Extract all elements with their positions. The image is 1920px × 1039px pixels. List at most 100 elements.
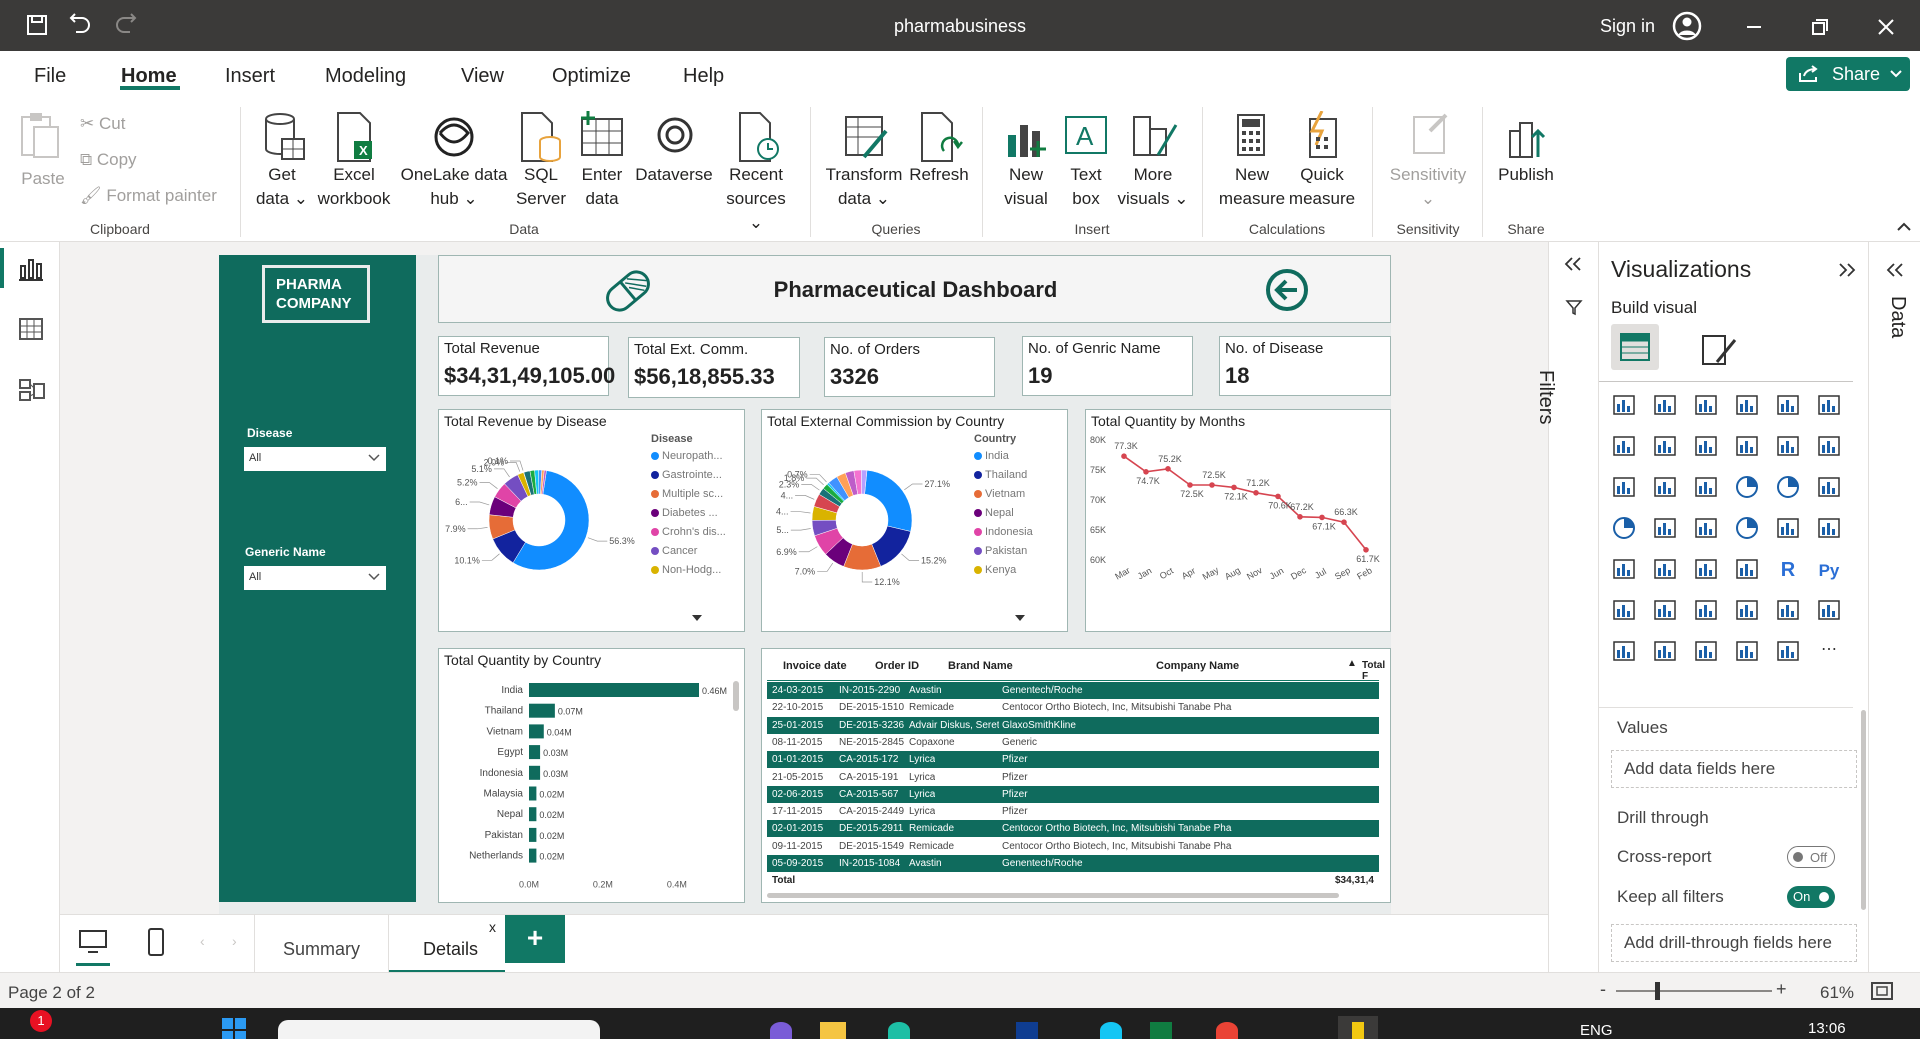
keep-all-filters-toggle[interactable]: On — [1787, 886, 1835, 908]
table-row[interactable]: 17-11-2015 CA-2015-2449 Lyrica Pfizer — [767, 803, 1379, 821]
legend-item[interactable]: Kenya — [974, 564, 1016, 576]
scatter-chart-icon[interactable] — [1693, 474, 1719, 500]
language-indicator[interactable]: ENG — [1580, 1022, 1613, 1039]
legend-item[interactable]: Crohn's dis... — [651, 526, 726, 538]
menu-view[interactable]: View — [461, 65, 504, 88]
format-visual-icon[interactable] — [1699, 332, 1739, 368]
menu-home[interactable]: Home — [121, 65, 177, 88]
menu-file[interactable]: File — [34, 65, 66, 88]
commission-by-country-chart[interactable]: Total External Commission by Country 27.… — [761, 409, 1068, 632]
new-visual-button[interactable]: New visual — [996, 111, 1056, 211]
enter-data-button[interactable]: Enter data — [572, 111, 632, 211]
legend-scroll-down-icon[interactable] — [1015, 615, 1025, 621]
publish-button[interactable]: Publish — [1490, 111, 1562, 187]
add-page-button[interactable]: + — [505, 915, 565, 963]
orders-table[interactable]: Invoice date Order ID Brand Name Company… — [761, 648, 1391, 903]
disease-slicer-dropdown[interactable]: All — [244, 447, 386, 471]
table-row[interactable]: 25-01-2015 DE-2015-3236 Advair Diskus, Ser… — [767, 716, 1379, 734]
legend-scroll-down-icon[interactable] — [692, 615, 702, 621]
taskbar-app-icon[interactable] — [1016, 1022, 1038, 1039]
metrics-icon[interactable] — [1816, 597, 1842, 623]
card-icon[interactable] — [1775, 515, 1801, 541]
generic-name-slicer-dropdown[interactable]: All — [244, 566, 386, 590]
stacked-column-chart-icon[interactable] — [1652, 392, 1678, 418]
legend-item[interactable]: Gastrointe... — [651, 469, 722, 481]
gauge-icon[interactable] — [1734, 515, 1760, 541]
chrome-icon[interactable] — [1216, 1022, 1238, 1039]
more-options-icon[interactable]: ⋯ — [1816, 638, 1842, 664]
zoom-out-button[interactable]: - — [1600, 979, 1606, 1000]
quantity-by-months-chart[interactable]: Total Quantity by Months 80K 75K 70K 65K 60K… — [1085, 409, 1391, 632]
share-button[interactable]: Share — [1786, 57, 1910, 91]
azure-map-icon[interactable] — [1693, 515, 1719, 541]
onelake-data-hub-button[interactable]: OneLake data hub ⌄ — [396, 111, 512, 211]
menu-insert[interactable]: Insert — [225, 65, 275, 88]
funnel-chart-icon[interactable] — [1652, 474, 1678, 500]
mobile-layout-icon[interactable] — [146, 927, 166, 957]
add-drill-through-fields-well[interactable]: Add drill-through fields here — [1611, 924, 1857, 962]
taskbar-app-icon[interactable] — [1100, 1022, 1122, 1039]
data-label[interactable]: Data — [1809, 296, 1909, 338]
table-row[interactable]: 22-10-2015 DE-2015-1510 Remicade Centocor O… — [767, 699, 1379, 717]
menu-modeling[interactable]: Modeling — [325, 65, 406, 88]
excel-taskbar-icon[interactable] — [1150, 1022, 1172, 1039]
r-visual-icon[interactable]: R — [1775, 556, 1801, 582]
account-icon[interactable] — [1672, 11, 1702, 41]
paginated-report-icon[interactable] — [1775, 597, 1801, 623]
dataverse-button[interactable]: Dataverse — [632, 111, 716, 187]
custom-visual-5-icon[interactable] — [1775, 638, 1801, 664]
close-icon[interactable] — [1876, 17, 1896, 37]
expand-filters-icon[interactable] — [1563, 256, 1583, 272]
table-row[interactable]: 02-06-2015 CA-2015-567 Lyrica Pfizer — [767, 785, 1379, 803]
key-influencers-icon[interactable] — [1611, 597, 1637, 623]
zoom-in-button[interactable]: + — [1776, 979, 1787, 1000]
sql-server-button[interactable]: SQL Server — [514, 111, 568, 211]
table-row[interactable]: 09-11-2015 DE-2015-1549 Remicade Centocor O… — [767, 837, 1379, 855]
taskbar-search-box[interactable] — [278, 1020, 600, 1039]
quick-measure-button[interactable]: Quick measure — [1282, 111, 1362, 211]
pie-chart-icon[interactable] — [1734, 474, 1760, 500]
custom-visual-1-icon[interactable] — [1611, 638, 1637, 664]
legend-item[interactable]: Diabetes ... — [651, 507, 718, 519]
recent-sources-button[interactable]: Recent sources ⌄ — [720, 111, 792, 235]
edge-icon[interactable] — [888, 1022, 910, 1039]
filters-pane-collapsed[interactable]: Filters — [1535, 242, 1598, 972]
legend-item[interactable]: Nepal — [974, 507, 1014, 519]
area-chart-icon[interactable] — [1652, 433, 1678, 459]
decomposition-tree-icon[interactable] — [1652, 597, 1678, 623]
donut-chart-icon[interactable] — [1775, 474, 1801, 500]
line-chart-icon[interactable] — [1611, 433, 1637, 459]
legend-item[interactable]: Pakistan — [974, 545, 1027, 557]
clustered-column-chart-icon[interactable] — [1734, 392, 1760, 418]
slicer-icon[interactable] — [1652, 556, 1678, 582]
map-icon[interactable] — [1611, 515, 1637, 541]
legend-item[interactable]: Multiple sc... — [651, 488, 723, 500]
file-explorer-icon[interactable] — [820, 1022, 846, 1039]
table-row[interactable]: 02-01-2015 DE-2015-2911 Remicade Centocor O… — [767, 820, 1379, 838]
zoom-slider-track[interactable] — [1616, 990, 1772, 992]
table-row[interactable]: 24-03-2015 IN-2015-2290 Avastin Genentech/R… — [767, 682, 1379, 699]
pane-scrollbar[interactable] — [1861, 710, 1866, 910]
python-visual-icon[interactable]: Py — [1816, 556, 1842, 582]
clustered-bar-chart-icon[interactable] — [1693, 392, 1719, 418]
sort-up-icon[interactable]: ▲ — [1347, 658, 1357, 669]
prev-page-icon[interactable]: ‹ — [200, 933, 205, 949]
waterfall-chart-icon[interactable] — [1611, 474, 1637, 500]
power-bi-taskbar-icon[interactable] — [1338, 1016, 1378, 1039]
teams-icon[interactable] — [770, 1022, 792, 1039]
zoom-slider-thumb[interactable] — [1655, 982, 1660, 1000]
column-header-brand-name[interactable]: Brand Name — [948, 660, 1013, 672]
100-stacked-column-chart-icon[interactable] — [1816, 392, 1842, 418]
close-tab-icon[interactable]: x — [489, 919, 496, 935]
custom-visual-2-icon[interactable] — [1652, 638, 1678, 664]
text-box-button[interactable]: A Text box — [1060, 111, 1112, 211]
legend-item[interactable]: Non-Hodg... — [651, 564, 721, 576]
smart-narrative-icon[interactable] — [1734, 597, 1760, 623]
table-row[interactable]: 01-01-2015 CA-2015-172 Lyrica Pfizer — [767, 751, 1379, 769]
stacked-area-chart-icon[interactable] — [1693, 433, 1719, 459]
report-view-icon[interactable] — [18, 256, 44, 282]
quantity-by-country-chart[interactable]: Total Quantity by Country India 0.46M Thai… — [438, 648, 745, 903]
menu-help[interactable]: Help — [683, 65, 724, 88]
sign-in-link[interactable]: Sign in — [1600, 16, 1655, 37]
tab-summary[interactable]: Summary — [283, 939, 360, 960]
